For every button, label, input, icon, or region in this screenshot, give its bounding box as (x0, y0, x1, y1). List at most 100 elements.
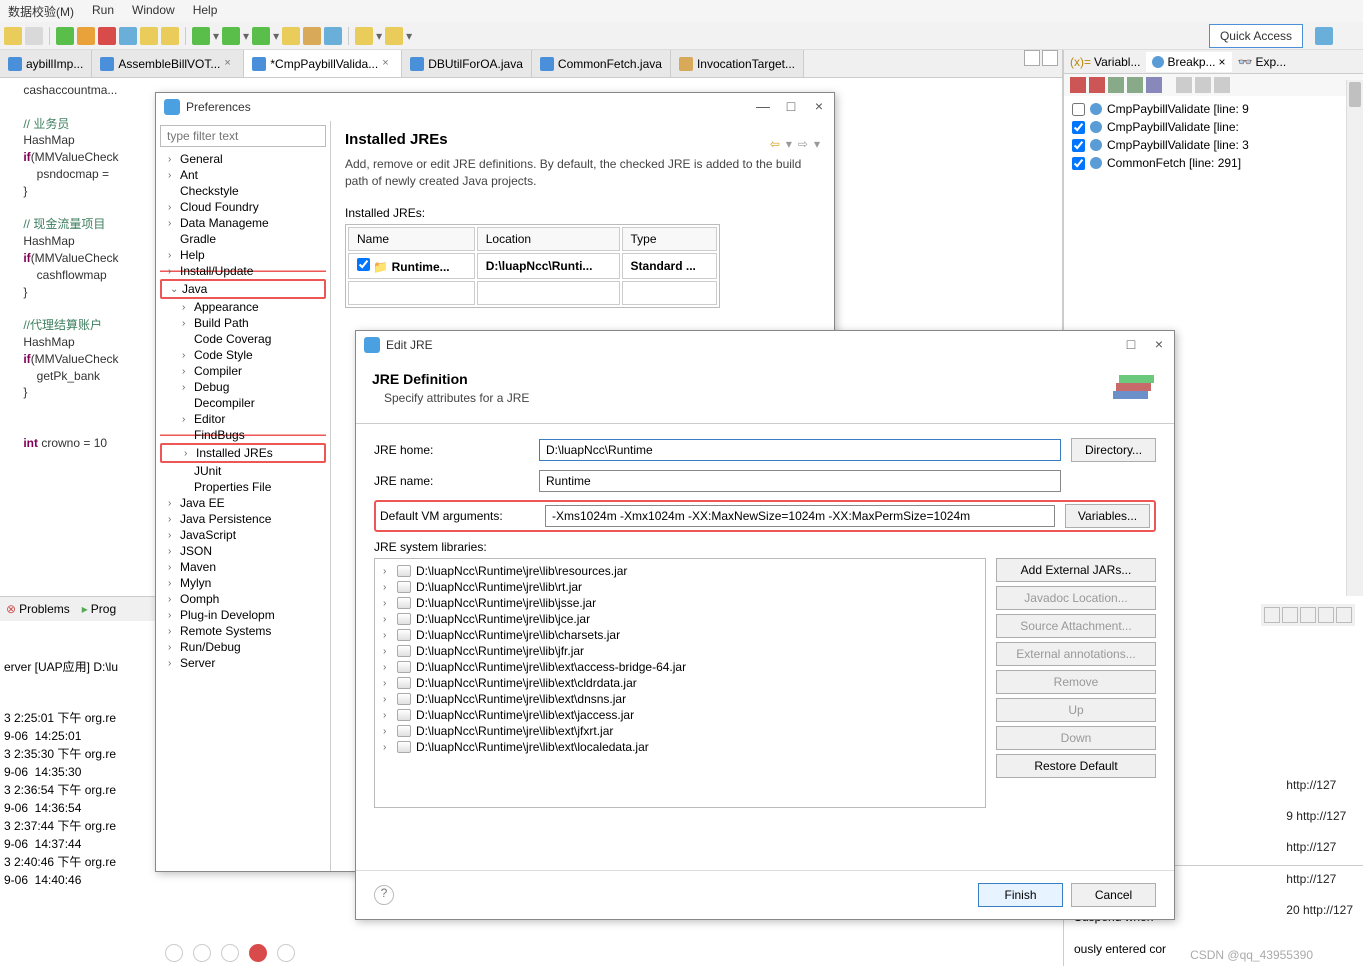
save-all-icon[interactable] (25, 27, 43, 45)
lib-item[interactable]: ›D:\luapNcc\Runtime\jre\lib\jsse.jar (379, 595, 981, 611)
problems-tab[interactable]: ⊗Problems (0, 597, 76, 621)
tree-item[interactable]: ›Install/Update (160, 263, 326, 279)
tree-item[interactable]: FindBugs (160, 427, 326, 443)
external-annotations-button[interactable]: External annotations... (996, 642, 1156, 666)
twisty-icon[interactable]: › (168, 218, 177, 229)
tree-item[interactable]: ›Build Path (160, 315, 326, 331)
table-row[interactable]: 📁 Runtime... D:\luapNcc\Runti... Standar… (348, 253, 717, 279)
scrollbar-thumb[interactable] (1349, 82, 1361, 107)
link-icon[interactable] (1195, 77, 1211, 93)
cancel-button[interactable]: Cancel (1071, 883, 1156, 907)
tree-item[interactable]: ›Debug (160, 379, 326, 395)
breakpoints-tab[interactable]: Breakp...× (1146, 52, 1231, 72)
editor-tab-active[interactable]: *CmpPaybillValida...× (244, 50, 402, 77)
close-icon[interactable]: × (1219, 55, 1226, 69)
quick-access[interactable]: Quick Access (1209, 24, 1303, 48)
tree-item[interactable]: ›Run/Debug (160, 639, 326, 655)
tree-item[interactable]: ›Ant (160, 167, 326, 183)
menu-run[interactable]: Run (92, 3, 114, 19)
directory-button[interactable]: Directory... (1071, 438, 1156, 462)
tree-item[interactable]: ›Java EE (160, 495, 326, 511)
lib-item[interactable]: ›D:\luapNcc\Runtime\jre\lib\ext\localeda… (379, 739, 981, 755)
breakpoint-checkbox[interactable] (1072, 139, 1085, 152)
lib-item[interactable]: ›D:\luapNcc\Runtime\jre\lib\resources.ja… (379, 563, 981, 579)
disconnect-icon[interactable] (119, 27, 137, 45)
lightbulb-icon[interactable] (277, 944, 295, 962)
tree-item[interactable]: ›Remote Systems (160, 623, 326, 639)
twisty-icon[interactable]: › (184, 448, 193, 459)
menu-data-check[interactable]: 数据校验(M) (8, 3, 74, 19)
jre-table[interactable]: NameLocationType 📁 Runtime... D:\luapNcc… (345, 224, 720, 308)
vm-args-input[interactable] (545, 505, 1055, 527)
help-icon[interactable]: ? (374, 885, 394, 905)
new-icon[interactable] (282, 27, 300, 45)
editor-tab[interactable]: AssembleBillVOT...× (92, 50, 244, 77)
tree-item[interactable]: ›General (160, 151, 326, 167)
tree-item[interactable]: ›Oomph (160, 591, 326, 607)
tree-item[interactable]: Code Coverag (160, 331, 326, 347)
twisty-icon[interactable]: › (168, 266, 177, 277)
console-clear-icon[interactable] (1264, 607, 1280, 623)
maximize-icon[interactable]: □ (1124, 338, 1138, 352)
lib-item[interactable]: ›D:\luapNcc\Runtime\jre\lib\ext\cldrdata… (379, 675, 981, 691)
twisty-icon[interactable]: ⌄ (170, 284, 179, 295)
breakpoint-item[interactable]: CmpPaybillValidate [line: 9 (1068, 100, 1359, 118)
tree-item[interactable]: ›Maven (160, 559, 326, 575)
console-scroll-icon[interactable] (1300, 607, 1316, 623)
resume-icon[interactable] (56, 27, 74, 45)
twisty-icon[interactable]: › (383, 646, 392, 657)
twisty-icon[interactable]: › (182, 382, 191, 393)
perspective-icon[interactable] (1315, 27, 1333, 45)
back-icon[interactable] (355, 27, 373, 45)
tree-item[interactable]: ›Code Style (160, 347, 326, 363)
twisty-icon[interactable]: › (383, 678, 392, 689)
twisty-icon[interactable]: › (182, 350, 191, 361)
breakpoint-item[interactable]: CmpPaybillValidate [line: 3 (1068, 136, 1359, 154)
twisty-icon[interactable]: › (168, 578, 177, 589)
lib-item[interactable]: ›D:\luapNcc\Runtime\jre\lib\jce.jar (379, 611, 981, 627)
twisty-icon[interactable]: › (182, 302, 191, 313)
maximize-icon[interactable]: □ (784, 100, 798, 114)
minimize-icon[interactable]: — (756, 100, 770, 114)
console-pin-icon[interactable] (1282, 607, 1298, 623)
twisty-icon[interactable]: › (168, 530, 177, 541)
twisty-icon[interactable]: › (182, 318, 191, 329)
tree-item[interactable]: ›Appearance (160, 299, 326, 315)
expressions-tab[interactable]: 👓Exp... (1232, 52, 1293, 72)
breakpoint-checkbox[interactable] (1072, 157, 1085, 170)
javadoc-button[interactable]: Javadoc Location... (996, 586, 1156, 610)
editor-tab[interactable]: InvocationTarget... (671, 50, 804, 77)
vertical-scrollbar[interactable] (1346, 80, 1363, 596)
twisty-icon[interactable]: › (383, 582, 392, 593)
save-icon[interactable] (4, 27, 22, 45)
search-icon[interactable] (324, 27, 342, 45)
down-button[interactable]: Down (996, 726, 1156, 750)
restore-default-button[interactable]: Restore Default (996, 754, 1156, 778)
suspend-icon[interactable] (77, 27, 95, 45)
twisty-icon[interactable]: › (383, 742, 392, 753)
tree-item[interactable]: ›Cloud Foundry (160, 199, 326, 215)
refresh-icon[interactable] (165, 944, 183, 962)
twisty-icon[interactable]: › (168, 658, 177, 669)
progress-tab[interactable]: ▸Prog (76, 597, 122, 621)
tree-item[interactable]: ›Mylyn (160, 575, 326, 591)
variables-button[interactable]: Variables... (1065, 504, 1150, 528)
tree-item[interactable]: ›Data Manageme (160, 215, 326, 231)
tree-item[interactable]: ›Help (160, 247, 326, 263)
twisty-icon[interactable]: › (168, 546, 177, 557)
twisty-icon[interactable]: › (168, 170, 177, 181)
twisty-icon[interactable]: › (383, 710, 392, 721)
tree-item[interactable]: ⌄Java (160, 279, 326, 299)
finish-button[interactable]: Finish (978, 883, 1063, 907)
tree-item[interactable]: ›Server (160, 655, 326, 671)
preferences-tree[interactable]: ›General›AntCheckstyle›Cloud Foundry›Dat… (156, 121, 331, 871)
twisty-icon[interactable]: › (168, 562, 177, 573)
twisty-icon[interactable]: › (168, 514, 177, 525)
filter-input[interactable] (160, 125, 326, 147)
lib-item[interactable]: ›D:\luapNcc\Runtime\jre\lib\charsets.jar (379, 627, 981, 643)
twisty-icon[interactable]: › (168, 610, 177, 621)
twisty-icon[interactable]: › (168, 202, 177, 213)
twisty-icon[interactable]: › (182, 366, 191, 377)
collapse-icon[interactable] (1176, 77, 1192, 93)
tree-item[interactable]: Gradle (160, 231, 326, 247)
